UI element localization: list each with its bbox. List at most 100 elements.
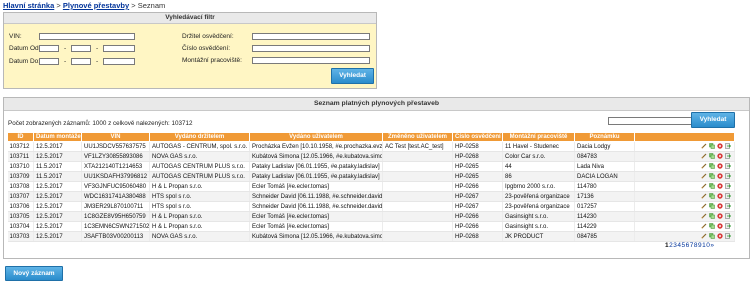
cell-workplace: Ipgbrno 2000 s.r.o. <box>502 181 575 192</box>
list-search-button[interactable]: Vyhledat <box>691 112 735 128</box>
copy-icon[interactable] <box>709 203 715 209</box>
column-header-vin[interactable]: VIN <box>81 132 150 142</box>
copy-icon[interactable] <box>709 223 715 229</box>
cell-changed-by-user <box>382 211 453 222</box>
export-icon[interactable] <box>725 153 731 159</box>
table-row[interactable]: 103706 12.5.2017 JM3ER29L870100711 HTS spol… <box>7 201 735 212</box>
copy-icon[interactable] <box>709 213 715 219</box>
table-row[interactable]: 103712 12.5.2017 UU1JSDCV557637575 AUTOGAS … <box>7 141 735 152</box>
table-row[interactable]: 103709 11.5.2017 UU1KSDAFH37996812 AUTOGAS … <box>7 171 735 182</box>
date-to-year-input[interactable] <box>103 58 135 65</box>
copy-icon[interactable] <box>709 193 715 199</box>
delete-icon[interactable] <box>717 223 723 229</box>
export-icon[interactable] <box>725 183 731 189</box>
edit-icon[interactable] <box>701 153 707 159</box>
cell-changed-by-user <box>382 161 453 172</box>
export-icon[interactable] <box>725 233 731 239</box>
date-from-month-input[interactable] <box>71 45 91 52</box>
cell-vin: VF1LZY30855893086 <box>81 151 150 162</box>
edit-icon[interactable] <box>701 143 707 149</box>
delete-icon[interactable] <box>717 153 723 159</box>
cell-changed-by-user <box>382 181 453 192</box>
table-row[interactable]: 103708 12.5.2017 VF3GJNFUC95060480 H & L Pr… <box>7 181 735 192</box>
breadcrumb-section-link[interactable]: Plynové přestavby <box>63 1 129 10</box>
delete-icon[interactable] <box>717 143 723 149</box>
certificate-input[interactable] <box>252 45 370 52</box>
cell-issued-by-user: Schneider David [06.11.1988, #e.schneide… <box>249 191 383 202</box>
cell-issued-by-user: Ecler Tomáš [#e.ecler.tomas] <box>249 211 383 222</box>
column-header-holder[interactable]: Vydáno držitelem <box>149 132 250 142</box>
cell-id: 103709 <box>7 171 34 182</box>
copy-icon[interactable] <box>709 173 715 179</box>
copy-icon[interactable] <box>709 163 715 169</box>
cell-date: 12.5.2017 <box>33 211 82 222</box>
export-icon[interactable] <box>725 173 731 179</box>
table-row[interactable]: 103704 12.5.2017 1C3EMN6C5WN271502 H & L Pr… <box>7 221 735 232</box>
column-header-workplace[interactable]: Montážní pracoviště <box>502 132 575 142</box>
date-to-day-input[interactable] <box>39 58 59 65</box>
edit-icon[interactable] <box>701 233 707 239</box>
column-header-issued-by-user[interactable]: Vydáno uživatelem <box>249 132 383 142</box>
holder-input[interactable] <box>252 33 370 40</box>
edit-icon[interactable] <box>701 183 707 189</box>
filter-search-button[interactable]: Vyhledat <box>331 68 374 84</box>
column-header-changed-by-user[interactable]: Změněno uživatelem <box>382 132 453 142</box>
table-row[interactable]: 103707 12.5.2017 WDC1631741A380488 HTS spol… <box>7 191 735 202</box>
table-row[interactable]: 103711 12.5.2017 VF1LZY30855893086 NOVA GAS… <box>7 151 735 162</box>
list-search-input[interactable] <box>608 117 694 125</box>
export-icon[interactable] <box>725 203 731 209</box>
cell-note: 114780 <box>574 181 635 192</box>
cell-holder: H & L Propan s.r.o. <box>149 181 250 192</box>
edit-icon[interactable] <box>701 173 707 179</box>
cell-issued-by-user: Kubátová Simona [12.05.1966, #e.kubatova… <box>249 151 383 162</box>
delete-icon[interactable] <box>717 213 723 219</box>
table-row[interactable]: 103703 12.5.2017 JSAFTB03V00200113 NOVA GAS… <box>7 231 735 242</box>
edit-icon[interactable] <box>701 203 707 209</box>
delete-icon[interactable] <box>717 183 723 189</box>
cell-vin: VF3GJNFUC95060480 <box>81 181 150 192</box>
cell-date: 12.5.2017 <box>33 221 82 232</box>
worker-input[interactable] <box>252 57 370 64</box>
delete-icon[interactable] <box>717 173 723 179</box>
cell-vin: UU1JSDCV557637575 <box>81 141 150 152</box>
filter-title: Vyhledávací filtr <box>4 13 376 24</box>
breadcrumb-home-link[interactable]: Hlavní stránka <box>3 1 54 10</box>
cell-date: 12.5.2017 <box>33 231 82 242</box>
column-header-certificate[interactable]: Číslo osvědčení <box>452 132 503 142</box>
column-header-note[interactable]: Poznámku <box>574 132 635 142</box>
copy-icon[interactable] <box>709 233 715 239</box>
table-row[interactable]: 103710 11.5.2017 XTA212140T1214653 AUTOGAS … <box>7 161 735 172</box>
export-icon[interactable] <box>725 193 731 199</box>
copy-icon[interactable] <box>709 153 715 159</box>
column-header-date[interactable]: Datum montáže <box>33 132 82 142</box>
breadcrumb-separator: > <box>56 1 61 10</box>
date-from-year-input[interactable] <box>103 45 135 52</box>
date-from-day-input[interactable] <box>39 45 59 52</box>
delete-icon[interactable] <box>717 163 723 169</box>
pager-next-link[interactable]: » <box>710 242 714 249</box>
edit-icon[interactable] <box>701 163 707 169</box>
delete-icon[interactable] <box>717 203 723 209</box>
edit-icon[interactable] <box>701 213 707 219</box>
date-to-month-input[interactable] <box>71 58 91 65</box>
edit-icon[interactable] <box>701 223 707 229</box>
cell-note: 084785 <box>574 231 635 242</box>
holder-label: Držitel osvědčení: <box>182 33 234 40</box>
export-icon[interactable] <box>725 143 731 149</box>
column-header-id[interactable]: ID <box>7 132 34 142</box>
edit-icon[interactable] <box>701 193 707 199</box>
new-record-button[interactable]: Nový záznam <box>5 266 63 281</box>
vin-input[interactable] <box>39 33 135 40</box>
delete-icon[interactable] <box>717 233 723 239</box>
date-separator: - <box>64 45 67 52</box>
cell-vin: 1C8GZE8V95H650759 <box>81 211 150 222</box>
export-icon[interactable] <box>725 223 731 229</box>
delete-icon[interactable] <box>717 193 723 199</box>
export-icon[interactable] <box>725 213 731 219</box>
table-row[interactable]: 103705 12.5.2017 1C8GZE8V95H650759 H & L Pr… <box>7 211 735 222</box>
copy-icon[interactable] <box>709 143 715 149</box>
copy-icon[interactable] <box>709 183 715 189</box>
cell-workplace: Gasinsight s.r.o. <box>502 211 575 222</box>
records-table: ID Datum montáže VIN Vydáno držitelem Vy… <box>7 132 735 242</box>
export-icon[interactable] <box>725 163 731 169</box>
